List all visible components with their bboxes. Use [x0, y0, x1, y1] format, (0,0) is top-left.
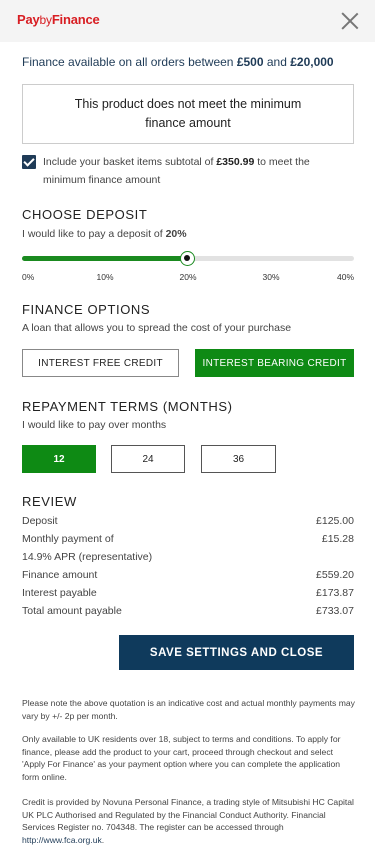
- review-value: £173.87: [316, 587, 354, 599]
- deposit-tick-label: 20%: [179, 272, 197, 282]
- review-value: £559.20: [316, 569, 354, 581]
- review-label: Interest payable: [22, 587, 97, 599]
- interest-free-credit-button[interactable]: INTEREST FREE CREDIT: [22, 349, 179, 377]
- finance-availability-text: Finance available on all orders between …: [22, 55, 334, 69]
- review-value: £15.28: [321, 533, 354, 545]
- close-icon[interactable]: [339, 10, 361, 32]
- minimum-amount-notice: This product does not meet the minimum f…: [22, 84, 354, 144]
- term-12-months-button[interactable]: 12: [22, 445, 96, 473]
- credit-provider-disclaimer: Credit is provided by Novuna Personal Fi…: [22, 797, 354, 845]
- review-value: £733.07: [316, 605, 354, 617]
- term-36-months-button[interactable]: 36: [201, 445, 276, 473]
- deposit-tick-label: 40%: [336, 272, 354, 282]
- term-24-months-button[interactable]: 24: [111, 445, 185, 473]
- quotation-disclaimer: Please note the above quotation is an in…: [22, 698, 355, 721]
- header-bar: PaybyFinance: [0, 0, 375, 42]
- deposit-tick-label: 30%: [262, 272, 280, 282]
- repayment-terms-title: REPAYMENT TERMS (MONTHS): [22, 399, 233, 414]
- include-basket-checkbox[interactable]: [22, 155, 36, 169]
- review-label: Finance amount: [22, 569, 98, 581]
- review-title: REVIEW: [22, 494, 77, 509]
- review-label: 14.9% APR (representative): [22, 551, 153, 563]
- fca-link[interactable]: http://www.fca.org.uk: [22, 835, 102, 845]
- deposit-tick-label: 10%: [96, 272, 114, 282]
- repayment-terms-description: I would like to pay over months: [22, 419, 167, 431]
- review-label: Monthly payment of: [22, 533, 114, 545]
- interest-bearing-credit-button[interactable]: INTEREST BEARING CREDIT: [195, 349, 354, 377]
- save-settings-button[interactable]: SAVE SETTINGS AND CLOSE: [119, 635, 354, 670]
- eligibility-disclaimer: Only available to UK residents over 18, …: [22, 734, 341, 782]
- deposit-slider[interactable]: [22, 251, 354, 266]
- deposit-title: CHOOSE DEPOSIT: [22, 207, 148, 222]
- review-label: Total amount payable: [22, 605, 122, 617]
- payby-finance-logo: PaybyFinance: [17, 12, 100, 27]
- deposit-tick-label: 0%: [22, 272, 35, 282]
- finance-options-title: FINANCE OPTIONS: [22, 302, 151, 317]
- deposit-slider-handle[interactable]: [180, 251, 195, 266]
- finance-options-description: A loan that allows you to spread the cos…: [22, 322, 292, 334]
- deposit-description: I would like to pay a deposit of 20%: [22, 228, 187, 240]
- review-label: Deposit: [22, 515, 58, 527]
- review-value: £125.00: [316, 515, 354, 527]
- deposit-slider-fill: [22, 256, 188, 261]
- include-basket-label: Include your basket items subtotal of £3…: [43, 156, 310, 186]
